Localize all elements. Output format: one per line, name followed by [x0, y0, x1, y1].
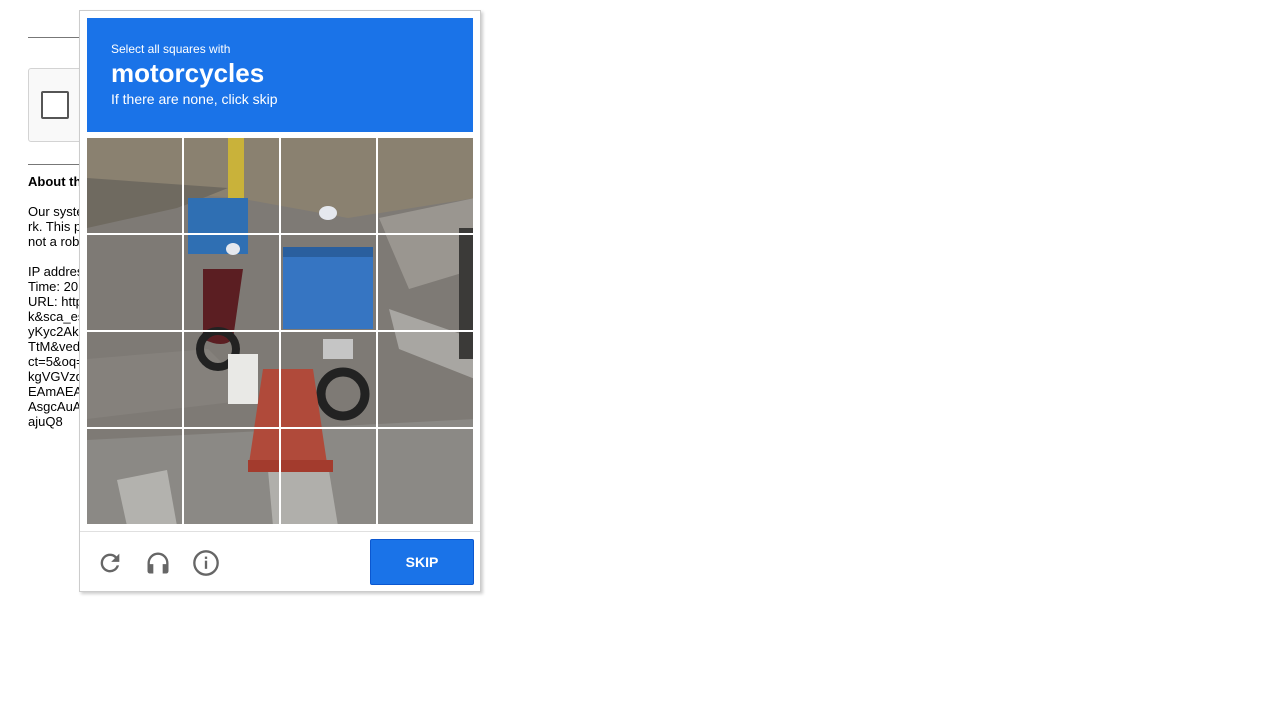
info-line: ct=5&oq=	[28, 354, 84, 369]
tile-image	[87, 138, 182, 233]
info-icon[interactable]	[192, 549, 220, 577]
image-tile[interactable]	[87, 138, 182, 233]
tile-image	[184, 235, 279, 330]
image-tile[interactable]	[378, 138, 473, 233]
image-tile[interactable]	[378, 235, 473, 330]
reload-icon[interactable]	[96, 549, 124, 577]
recaptcha-checkbox[interactable]	[41, 91, 69, 119]
image-grid	[87, 138, 473, 524]
target-object-label: motorcycles	[111, 58, 265, 88]
image-tile[interactable]	[87, 235, 182, 330]
image-tile[interactable]	[87, 332, 182, 427]
tile-image	[87, 429, 182, 524]
info-line: URL: http	[28, 294, 83, 309]
tile-image	[281, 332, 376, 427]
info-line: EAmAEA	[28, 384, 83, 399]
tile-image	[281, 429, 376, 524]
info-line: Time: 20	[28, 279, 79, 294]
tile-image	[184, 332, 279, 427]
captcha-challenge-popup: Select all squares with motorcycles If t…	[79, 10, 481, 592]
tile-image	[184, 429, 279, 524]
image-tile[interactable]	[184, 235, 279, 330]
image-tile[interactable]	[87, 429, 182, 524]
paragraph-line: Our syste	[28, 204, 84, 219]
instruction-text: Select all squares with	[111, 42, 231, 56]
image-tile[interactable]	[184, 429, 279, 524]
info-line: yKyc2Ak	[28, 324, 79, 339]
info-line: TtM&ved	[28, 339, 81, 354]
image-tile[interactable]	[378, 332, 473, 427]
image-tile[interactable]	[184, 332, 279, 427]
instruction-subtext: If there are none, click skip	[111, 91, 278, 107]
paragraph-line: rk. This p	[28, 219, 82, 234]
image-tile[interactable]	[184, 138, 279, 233]
image-tile[interactable]	[281, 235, 376, 330]
info-line: k&sca_es	[28, 309, 85, 324]
info-line: kgVGVzd	[28, 369, 83, 384]
about-paragraph: Our syste rk. This p not a rob	[28, 204, 84, 249]
challenge-header: Select all squares with motorcycles If t…	[87, 18, 473, 132]
info-line: IP addres	[28, 264, 84, 279]
image-tile[interactable]	[281, 332, 376, 427]
info-line: ajuQ8	[28, 414, 63, 429]
tile-image	[378, 138, 473, 233]
skip-button[interactable]: SKIP	[370, 539, 474, 585]
tile-image	[87, 235, 182, 330]
tile-image	[87, 332, 182, 427]
tile-image	[378, 235, 473, 330]
tile-image	[378, 429, 473, 524]
info-line: AsgcAuA	[28, 399, 82, 414]
tile-image	[281, 138, 376, 233]
tile-image	[184, 138, 279, 233]
paragraph-line: not a rob	[28, 234, 80, 249]
tile-image	[281, 235, 376, 330]
image-tile[interactable]	[378, 429, 473, 524]
image-tile[interactable]	[281, 138, 376, 233]
about-heading: About th	[28, 174, 82, 189]
footer-divider	[80, 531, 480, 532]
tile-image	[378, 332, 473, 427]
audio-icon[interactable]	[144, 549, 172, 577]
image-tile[interactable]	[281, 429, 376, 524]
request-info: IP addres Time: 20 URL: http k&sca_es yK…	[28, 264, 84, 429]
